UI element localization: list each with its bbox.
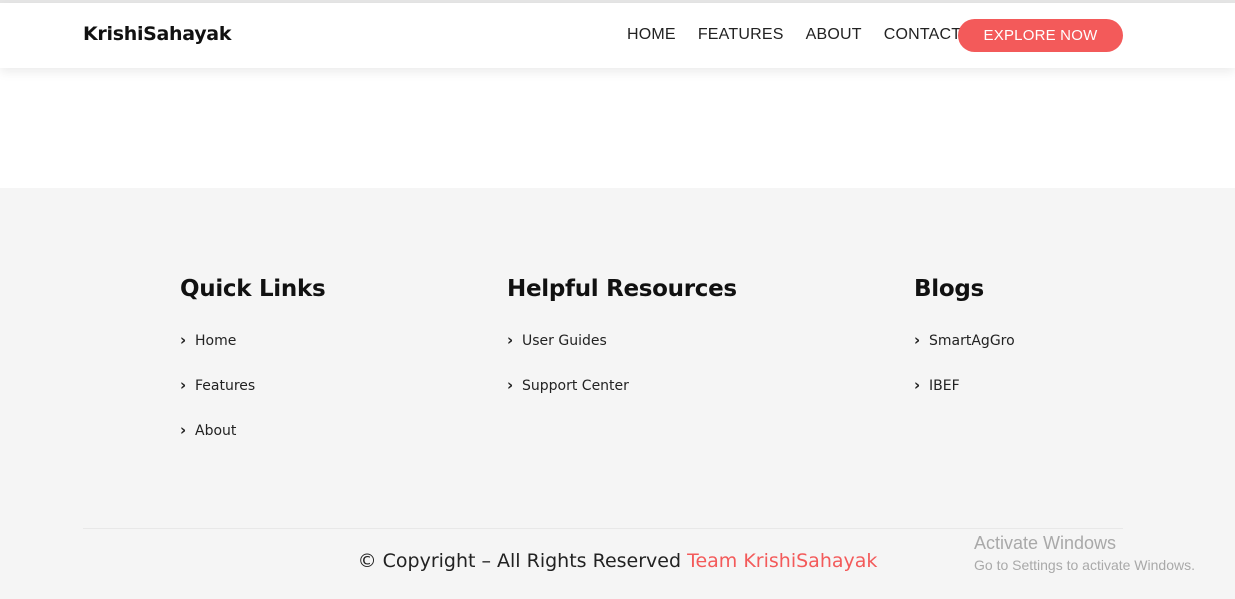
activate-windows-title: Activate Windows	[974, 533, 1117, 553]
main-nav: HOME FEATURES ABOUT CONTACT	[627, 26, 983, 44]
footer-link-smartaggro[interactable]: › SmartAgGro	[914, 332, 1015, 377]
activate-windows-subtitle: Go to Settings to activate Windows.	[974, 557, 1195, 573]
chevron-right-icon: ›	[180, 376, 187, 394]
footer-column-title: Helpful Resources	[507, 276, 737, 302]
footer-link-list: › SmartAgGro › IBEF	[914, 332, 1015, 422]
footer-link-label: Home	[195, 333, 237, 349]
footer-link-home[interactable]: › Home	[180, 332, 325, 377]
footer-link-ibef[interactable]: › IBEF	[914, 377, 1015, 422]
chevron-right-icon: ›	[507, 331, 514, 349]
footer-link-label: Support Center	[522, 378, 629, 394]
chevron-right-icon: ›	[180, 331, 187, 349]
chevron-right-icon: ›	[507, 376, 514, 394]
copyright-prefix: © Copyright – All Rights Reserved	[357, 550, 682, 572]
activate-windows-watermark: Activate Windows Go to Settings to activ…	[974, 533, 1195, 573]
footer-link-label: Features	[195, 378, 256, 394]
nav-home[interactable]: HOME	[627, 26, 676, 44]
footer-link-support-center[interactable]: › Support Center	[507, 377, 737, 422]
footer-link-label: SmartAgGro	[929, 333, 1015, 349]
nav-features[interactable]: FEATURES	[698, 26, 784, 44]
chevron-right-icon: ›	[914, 376, 921, 394]
footer-link-label: About	[195, 423, 237, 439]
footer-link-about[interactable]: › About	[180, 422, 325, 467]
footer-column-title: Quick Links	[180, 276, 326, 302]
site-header: KrishiSahayak HOME FEATURES ABOUT CONTAC…	[0, 3, 1235, 68]
footer-link-user-guides[interactable]: › User Guides	[507, 332, 737, 377]
footer-link-features[interactable]: › Features	[180, 377, 325, 422]
copyright-team-link[interactable]: Team KrishiSahayak	[687, 550, 877, 572]
explore-now-button[interactable]: EXPLORE NOW	[958, 19, 1123, 52]
chevron-right-icon: ›	[914, 331, 921, 349]
footer-link-list: › User Guides › Support Center	[507, 332, 737, 422]
footer-link-list: › Home › Features › About	[180, 332, 325, 467]
footer-link-label: IBEF	[929, 378, 960, 394]
footer-divider	[83, 528, 1123, 529]
footer-column-quick-links: Quick Links › Home › Features › About	[180, 276, 326, 467]
chevron-right-icon: ›	[180, 421, 187, 439]
brand-logo[interactable]: KrishiSahayak	[83, 23, 231, 45]
footer-column-blogs: Blogs › SmartAgGro › IBEF	[914, 276, 1015, 422]
footer-column-helpful-resources: Helpful Resources › User Guides › Suppor…	[507, 276, 737, 422]
nav-contact[interactable]: CONTACT	[884, 26, 962, 44]
footer-column-title: Blogs	[914, 276, 984, 302]
footer-link-label: User Guides	[522, 333, 607, 349]
nav-about[interactable]: ABOUT	[806, 26, 862, 44]
